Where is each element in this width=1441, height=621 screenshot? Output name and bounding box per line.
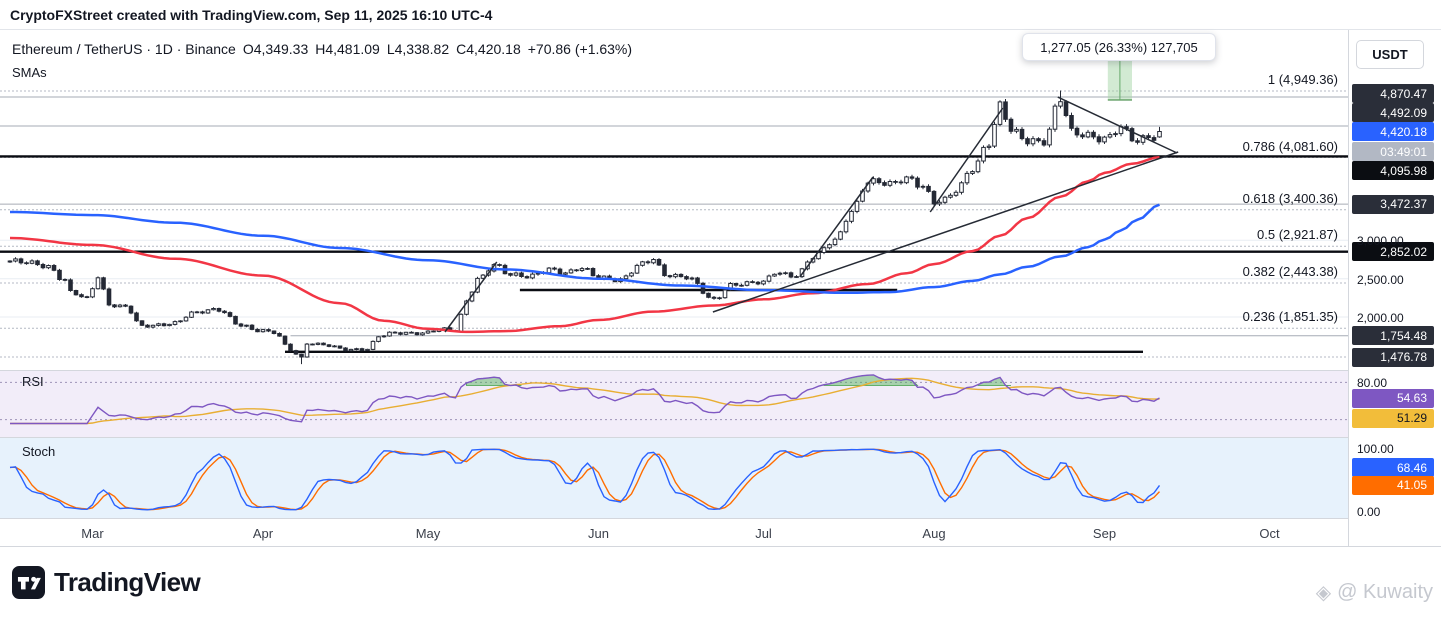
trendline[interactable] <box>1058 97 1177 153</box>
price-badge: 3,472.37 <box>1352 195 1434 214</box>
price-badge: 4,095.98 <box>1352 161 1434 180</box>
measure-box[interactable] <box>1108 58 1132 100</box>
fib-level-label: 0.618 (3,400.36) <box>1243 191 1338 206</box>
watermark-icon: ◈ <box>1316 580 1331 605</box>
month-label[interactable]: May <box>416 526 441 541</box>
month-label[interactable]: Sep <box>1093 526 1116 541</box>
stoch-scale-label: 0.00 <box>1357 505 1380 519</box>
ohlc-change: +70.86 (+1.63%) <box>528 41 632 57</box>
tradingview-logo-text: TradingView <box>54 567 200 598</box>
fib-level-label: 0.236 (1,851.35) <box>1243 309 1338 324</box>
price-badge: 1,754.48 <box>1352 326 1434 345</box>
tradingview-logo[interactable]: TradingView <box>12 566 200 599</box>
sma-red-line[interactable] <box>10 157 1160 332</box>
trendline[interactable] <box>930 108 1003 212</box>
rsi-value-badge: 54.63 <box>1352 389 1434 408</box>
fib-level-label: 0.786 (4,081.60) <box>1243 139 1338 154</box>
pane-separator <box>0 546 1441 547</box>
stoch-k-value-badge: 68.46 <box>1352 458 1434 477</box>
watermark: ◈ @ Kuwaity <box>1316 580 1433 605</box>
gridline-label: 3,000.00 <box>1357 234 1404 248</box>
ohlc-high: H4,481.09 <box>315 41 380 57</box>
fib-level-label: 0.5 (2,921.87) <box>1257 227 1338 242</box>
ohlc-open: O4,349.33 <box>243 41 308 57</box>
month-label[interactable]: Aug <box>922 526 945 541</box>
stoch-pane-label[interactable]: Stoch <box>22 444 55 459</box>
smas-legend[interactable]: SMAs <box>12 65 47 80</box>
month-label[interactable]: Apr <box>253 526 274 541</box>
gridline-label: 2,000.00 <box>1357 311 1404 325</box>
currency-button[interactable]: USDT <box>1356 40 1424 69</box>
price-badge: 4,492.09 <box>1352 103 1434 122</box>
month-label[interactable]: Mar <box>81 526 104 541</box>
attribution-text: CryptoFXStreet created with TradingView.… <box>10 7 492 23</box>
countdown-label: 03:49:01 <box>1352 142 1434 161</box>
month-label[interactable]: Jun <box>588 526 609 541</box>
month-label[interactable]: Jul <box>755 526 772 541</box>
current-price-badge: 4,420.18 <box>1352 122 1434 141</box>
symbol-legend: Ethereum / TetherUS · 1D · Binance O4,34… <box>12 41 632 57</box>
ohlc-close: C4,420.18 <box>456 41 521 57</box>
watermark-text: @ Kuwaity <box>1337 581 1433 604</box>
price-badge: 4,870.47 <box>1352 84 1434 103</box>
month-label[interactable]: Oct <box>1259 526 1280 541</box>
pane-separator <box>0 518 1441 519</box>
rsi-pane-bg <box>0 371 1348 437</box>
trendline[interactable] <box>713 152 1178 312</box>
attribution-bar: CryptoFXStreet created with TradingView.… <box>0 0 1441 30</box>
stoch-scale-label: 100.00 <box>1357 442 1394 456</box>
ohlc-low: L4,338.82 <box>387 41 449 57</box>
gridline-label: 2,500.00 <box>1357 273 1404 287</box>
chart-canvas[interactable]: Mar Apr May Jun Jul Aug Sep Oct Ethereum / Teth… <box>0 30 1348 546</box>
symbol-title[interactable]: Ethereum / TetherUS · 1D · Binance <box>12 41 236 57</box>
fib-level-label: 1 (4,949.36) <box>1268 72 1338 87</box>
main-chart-svg: Mar Apr May Jun Jul Aug Sep Oct <box>0 30 1348 546</box>
pane-separator <box>0 370 1441 371</box>
tradingview-logo-icon <box>12 566 45 599</box>
stoch-d-value-badge: 41.05 <box>1352 476 1434 495</box>
price-badge: 1,476.78 <box>1352 348 1434 367</box>
rsi-pane-label[interactable]: RSI <box>22 374 44 389</box>
pane-separator <box>0 437 1441 438</box>
trendline[interactable] <box>800 177 873 277</box>
fib-level-label: 0.382 (2,443.38) <box>1243 264 1338 279</box>
measure-tooltip: 1,277.05 (26.33%) 127,705 <box>1022 33 1216 61</box>
price-axis[interactable]: USDT 4,870.474,492.094,420.1803:49:014,0… <box>1348 30 1441 546</box>
trendline[interactable] <box>445 262 497 332</box>
rsi-ma-value-badge: 51.29 <box>1352 409 1434 428</box>
